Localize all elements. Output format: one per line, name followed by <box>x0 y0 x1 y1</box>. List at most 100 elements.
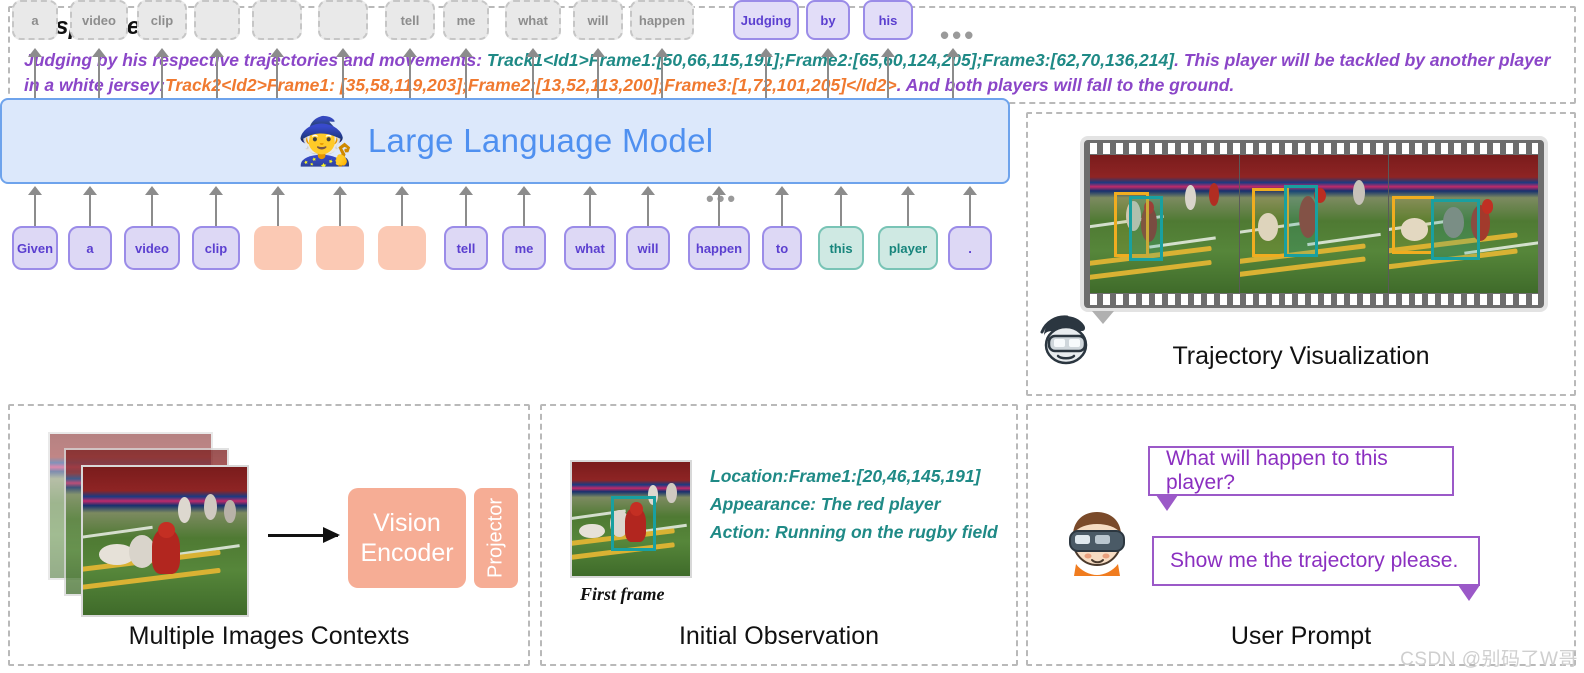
input-token-label-8: me <box>514 240 534 256</box>
input-arrow-4 <box>270 186 286 226</box>
input-arrow-0 <box>27 186 43 226</box>
input-token-label-12: to <box>775 240 789 256</box>
output-arrow-1 <box>91 48 107 98</box>
input-token-15: . <box>948 226 992 270</box>
user-prompt-bubble-2[interactable]: Show me the trajectory please. <box>1152 536 1480 586</box>
first-frame-caption: First frame <box>580 584 665 604</box>
input-arrow-10 <box>640 186 656 226</box>
film-frame-3 <box>1388 155 1539 293</box>
bbox-track1-frame1 <box>1128 196 1163 262</box>
film-frames <box>1090 155 1539 293</box>
user-prompt-bubble-1[interactable]: What will happen to this player? <box>1148 446 1454 496</box>
first-frame-bbox <box>610 496 656 551</box>
trajectory-caption: Trajectory Visualization <box>1172 342 1430 370</box>
projector-box: Projector <box>474 488 518 588</box>
initial-observation-caption: Initial Observation <box>678 622 880 650</box>
input-token-label-10: will <box>637 240 659 256</box>
input-token-0: Given <box>12 226 58 270</box>
output-token-label-7: me <box>456 12 476 28</box>
input-token-label-13: this <box>829 240 853 256</box>
output-arrow-10 <box>654 48 670 98</box>
llm-label: Large Language Model <box>367 122 714 159</box>
output-token-13: his <box>863 0 913 40</box>
input-arrow-8 <box>516 186 532 226</box>
response-text: Judging by his respective trajectories a… <box>24 48 1562 98</box>
input-token-12: to <box>762 226 802 270</box>
output-token-1: video <box>70 0 128 40</box>
input-arrow-12 <box>774 186 790 226</box>
multiple-images-caption: Multiple Images Contexts <box>128 622 410 650</box>
input-token-11: happen <box>688 226 750 270</box>
projector-label: Projector <box>484 497 507 579</box>
input-arrow-6 <box>394 186 410 226</box>
output-arrow-11 <box>758 48 774 98</box>
output-token-12: by <box>806 0 850 40</box>
initial-observation-panel: First frame Location:Frame1:[20,46,145,1… <box>540 404 1018 666</box>
input-arrow-3 <box>208 186 224 226</box>
output-token-label-1: video <box>82 12 116 28</box>
input-token-13: this <box>818 226 864 270</box>
vision-encoder-box: Vision Encoder <box>348 488 466 588</box>
input-arrow-2 <box>144 186 160 226</box>
input-token-label-11: happen <box>695 240 743 256</box>
input-token-6 <box>378 226 426 270</box>
output-token-3 <box>194 0 240 40</box>
input-token-label-15: . <box>968 240 972 256</box>
output-token-7: me <box>443 0 489 40</box>
input-token-10: will <box>626 226 670 270</box>
output-token-label-9: will <box>587 12 609 28</box>
output-token-label-13: his <box>878 12 898 28</box>
input-arrow-13 <box>833 186 849 226</box>
wizard-icon: 🧙 <box>296 115 354 167</box>
input-token-label-9: what <box>575 240 605 256</box>
watermark: CSDN @别码了W哥 <box>1400 649 1578 670</box>
input-token-label-2: video <box>135 240 169 256</box>
input-token-label-3: clip <box>204 240 228 256</box>
film-perforation-bottom <box>1090 294 1538 305</box>
encoder-arrow <box>268 527 340 543</box>
input-token-14: player <box>878 226 938 270</box>
film-strip <box>1080 136 1548 312</box>
output-token-label-8: what <box>518 12 548 28</box>
output-token-5 <box>318 0 368 40</box>
output-token-0: a <box>12 0 58 40</box>
input-arrow-14 <box>900 186 916 226</box>
image-stack <box>48 432 278 617</box>
output-arrow-7 <box>458 48 474 98</box>
output-arrow-12 <box>820 48 836 98</box>
input-arrow-11 <box>711 186 727 226</box>
output-token-11: Judging <box>733 0 799 40</box>
user-prompt-bubble-1-text: What will happen to this player? <box>1166 447 1388 494</box>
output-token-label-11: Judging <box>740 12 792 28</box>
user-prompt-bubble-2-text: Show me the trajectory please. <box>1170 549 1459 572</box>
input-token-5 <box>316 226 364 270</box>
input-token-3: clip <box>192 226 240 270</box>
input-token-4 <box>254 226 302 270</box>
output-arrow-13 <box>880 48 896 98</box>
input-token-label-7: tell <box>456 240 476 256</box>
input-token-9: what <box>564 226 616 270</box>
output-token-label-2: clip <box>150 12 174 28</box>
output-arrow-5 <box>335 48 351 98</box>
output-token-6: tell <box>385 0 435 40</box>
output-token-label-0: a <box>31 12 39 28</box>
input-token-8: me <box>502 226 546 270</box>
input-arrow-7 <box>458 186 474 226</box>
user-prompt-panel: What will happen to this player? Show me… <box>1026 404 1576 666</box>
user-prompt-bubble-1-tail <box>1156 495 1178 511</box>
output-token-9: will <box>573 0 623 40</box>
output-arrow-9 <box>590 48 606 98</box>
input-token-2: video <box>124 226 180 270</box>
output-arrow-3 <box>209 48 225 98</box>
output-arrow-4 <box>269 48 285 98</box>
vr-user-avatar-icon <box>1062 506 1132 586</box>
vr-user-avatar-svg <box>1069 512 1125 576</box>
bbox-track2-frame2 <box>1251 188 1289 258</box>
diagram-root: Response: Judging by his respective traj… <box>0 0 1584 673</box>
output-token-4 <box>252 0 302 40</box>
vision-encoder-line-2: Encoder <box>360 539 454 567</box>
large-language-model-box: 🧙 Large Language Model <box>0 98 1010 184</box>
output-token-8: what <box>505 0 561 40</box>
input-token-7: tell <box>444 226 488 270</box>
output-arrow-2 <box>154 48 170 98</box>
